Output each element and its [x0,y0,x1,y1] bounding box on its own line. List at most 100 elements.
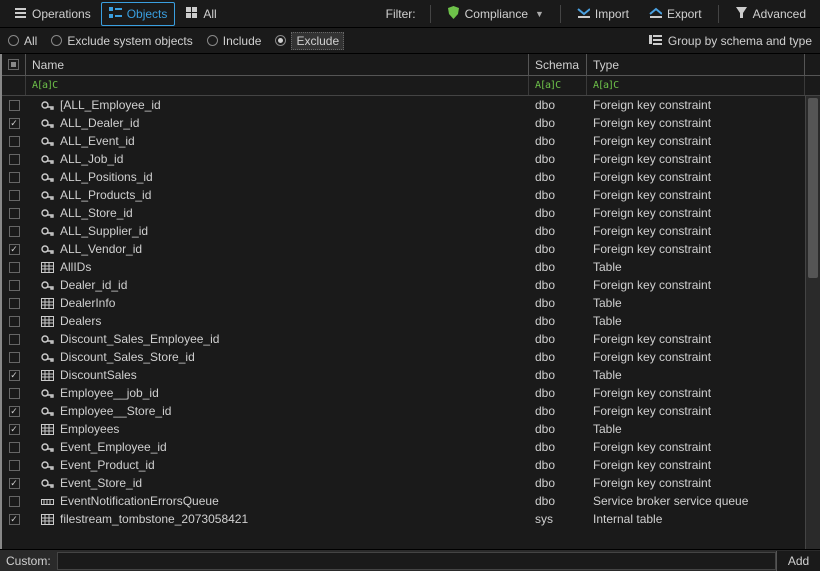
row-checkbox-cell[interactable] [2,208,26,219]
table-row[interactable]: ALL_Job_iddboForeign key constraint [2,150,805,168]
table-row[interactable]: Event_Employee_iddboForeign key constrai… [2,438,805,456]
table-icon [40,298,54,309]
import-button[interactable]: Import [569,2,637,26]
tab-operations[interactable]: Operations [6,2,99,26]
row-checkbox-cell[interactable] [2,172,26,183]
table-row[interactable]: Dealer_id_iddboForeign key constraint [2,276,805,294]
row-checkbox[interactable] [9,460,20,471]
table-row[interactable]: Event_Product_iddboForeign key constrain… [2,456,805,474]
row-checkbox[interactable] [9,100,20,111]
row-checkbox[interactable] [9,478,20,489]
row-checkbox[interactable] [9,226,20,237]
row-checkbox-cell[interactable] [2,280,26,291]
row-checkbox[interactable] [9,190,20,201]
row-checkbox[interactable] [9,316,20,327]
row-checkbox-cell[interactable] [2,388,26,399]
row-checkbox[interactable] [9,334,20,345]
row-name-cell: ALL_Supplier_id [26,224,529,238]
row-name-cell: ALL_Positions_id [26,170,529,184]
table-row[interactable]: ALL_Vendor_iddboForeign key constraint [2,240,805,258]
row-checkbox[interactable] [9,496,20,507]
row-checkbox-cell[interactable] [2,118,26,129]
custom-filter-input[interactable] [57,552,776,570]
filter-type-cell[interactable]: A[a]C [587,76,805,95]
row-checkbox[interactable] [9,118,20,129]
row-checkbox[interactable] [9,442,20,453]
row-checkbox-cell[interactable] [2,262,26,273]
row-checkbox[interactable] [9,262,20,273]
compliance-button[interactable]: Compliance ▼ [439,2,552,26]
row-checkbox-cell[interactable] [2,478,26,489]
radio-exclude-system[interactable]: Exclude system objects [51,34,192,48]
row-checkbox-cell[interactable] [2,154,26,165]
row-checkbox[interactable] [9,208,20,219]
table-row[interactable]: Employee__Store_iddboForeign key constra… [2,402,805,420]
table-row[interactable]: Event_Store_iddboForeign key constraint [2,474,805,492]
row-checkbox-cell[interactable] [2,406,26,417]
tab-objects[interactable]: Objects [101,2,176,26]
row-name-cell: Event_Product_id [26,458,529,472]
filter-name-cell[interactable]: A[a]C [26,76,529,95]
row-checkbox[interactable] [9,172,20,183]
table-row[interactable]: ALL_Supplier_iddboForeign key constraint [2,222,805,240]
table-row[interactable]: EventNotificationErrorsQueuedboService b… [2,492,805,510]
group-by-button[interactable]: Group by schema and type [649,33,812,49]
radio-all[interactable]: All [8,34,37,48]
row-checkbox[interactable] [9,352,20,363]
tab-all[interactable]: All [177,2,224,26]
row-checkbox-cell[interactable] [2,190,26,201]
row-checkbox[interactable] [9,244,20,255]
radio-include[interactable]: Include [207,34,262,48]
vertical-scrollbar[interactable] [805,96,820,549]
row-checkbox[interactable] [9,514,20,525]
table-row[interactable]: DealersdboTable [2,312,805,330]
row-checkbox[interactable] [9,280,20,291]
table-row[interactable]: Employee__job_iddboForeign key constrain… [2,384,805,402]
row-checkbox-cell[interactable] [2,298,26,309]
row-checkbox[interactable] [9,298,20,309]
row-checkbox-cell[interactable] [2,316,26,327]
table-row[interactable]: DealerInfodboTable [2,294,805,312]
filter-schema-cell[interactable]: A[a]C [529,76,587,95]
row-checkbox-cell[interactable] [2,496,26,507]
row-checkbox[interactable] [9,370,20,381]
row-checkbox-cell[interactable] [2,514,26,525]
table-row[interactable]: AllIDsdboTable [2,258,805,276]
table-row[interactable]: ALL_Dealer_iddboForeign key constraint [2,114,805,132]
row-checkbox-cell[interactable] [2,352,26,363]
table-row[interactable]: EmployeesdboTable [2,420,805,438]
row-checkbox[interactable] [9,154,20,165]
row-checkbox-cell[interactable] [2,442,26,453]
scrollbar-thumb[interactable] [808,98,818,278]
header-checkbox[interactable] [8,59,19,70]
row-checkbox-cell[interactable] [2,460,26,471]
table-row[interactable]: Discount_Sales_Store_iddboForeign key co… [2,348,805,366]
row-checkbox-cell[interactable] [2,136,26,147]
row-checkbox-cell[interactable] [2,424,26,435]
row-checkbox[interactable] [9,424,20,435]
export-button[interactable]: Export [641,2,710,26]
table-row[interactable]: ALL_Store_iddboForeign key constraint [2,204,805,222]
row-checkbox[interactable] [9,406,20,417]
add-button[interactable]: Add [776,551,820,571]
table-row[interactable]: ALL_Products_iddboForeign key constraint [2,186,805,204]
row-checkbox-cell[interactable] [2,244,26,255]
row-checkbox-cell[interactable] [2,370,26,381]
header-checkbox-cell[interactable] [2,54,26,75]
row-checkbox-cell[interactable] [2,226,26,237]
header-schema[interactable]: Schema [529,54,587,75]
header-type[interactable]: Type [587,54,805,75]
advanced-button[interactable]: Advanced [727,2,814,26]
row-checkbox-cell[interactable] [2,100,26,111]
table-row[interactable]: DiscountSalesdboTable [2,366,805,384]
row-checkbox[interactable] [9,388,20,399]
table-row[interactable]: [ALL_Employee_iddboForeign key constrain… [2,96,805,114]
header-name[interactable]: Name [26,54,529,75]
radio-exclude[interactable]: Exclude [275,32,344,50]
table-row[interactable]: Discount_Sales_Employee_iddboForeign key… [2,330,805,348]
row-checkbox-cell[interactable] [2,334,26,345]
row-checkbox[interactable] [9,136,20,147]
table-row[interactable]: ALL_Positions_iddboForeign key constrain… [2,168,805,186]
table-row[interactable]: filestream_tombstone_2073058421sysIntern… [2,510,805,528]
table-row[interactable]: ALL_Event_iddboForeign key constraint [2,132,805,150]
